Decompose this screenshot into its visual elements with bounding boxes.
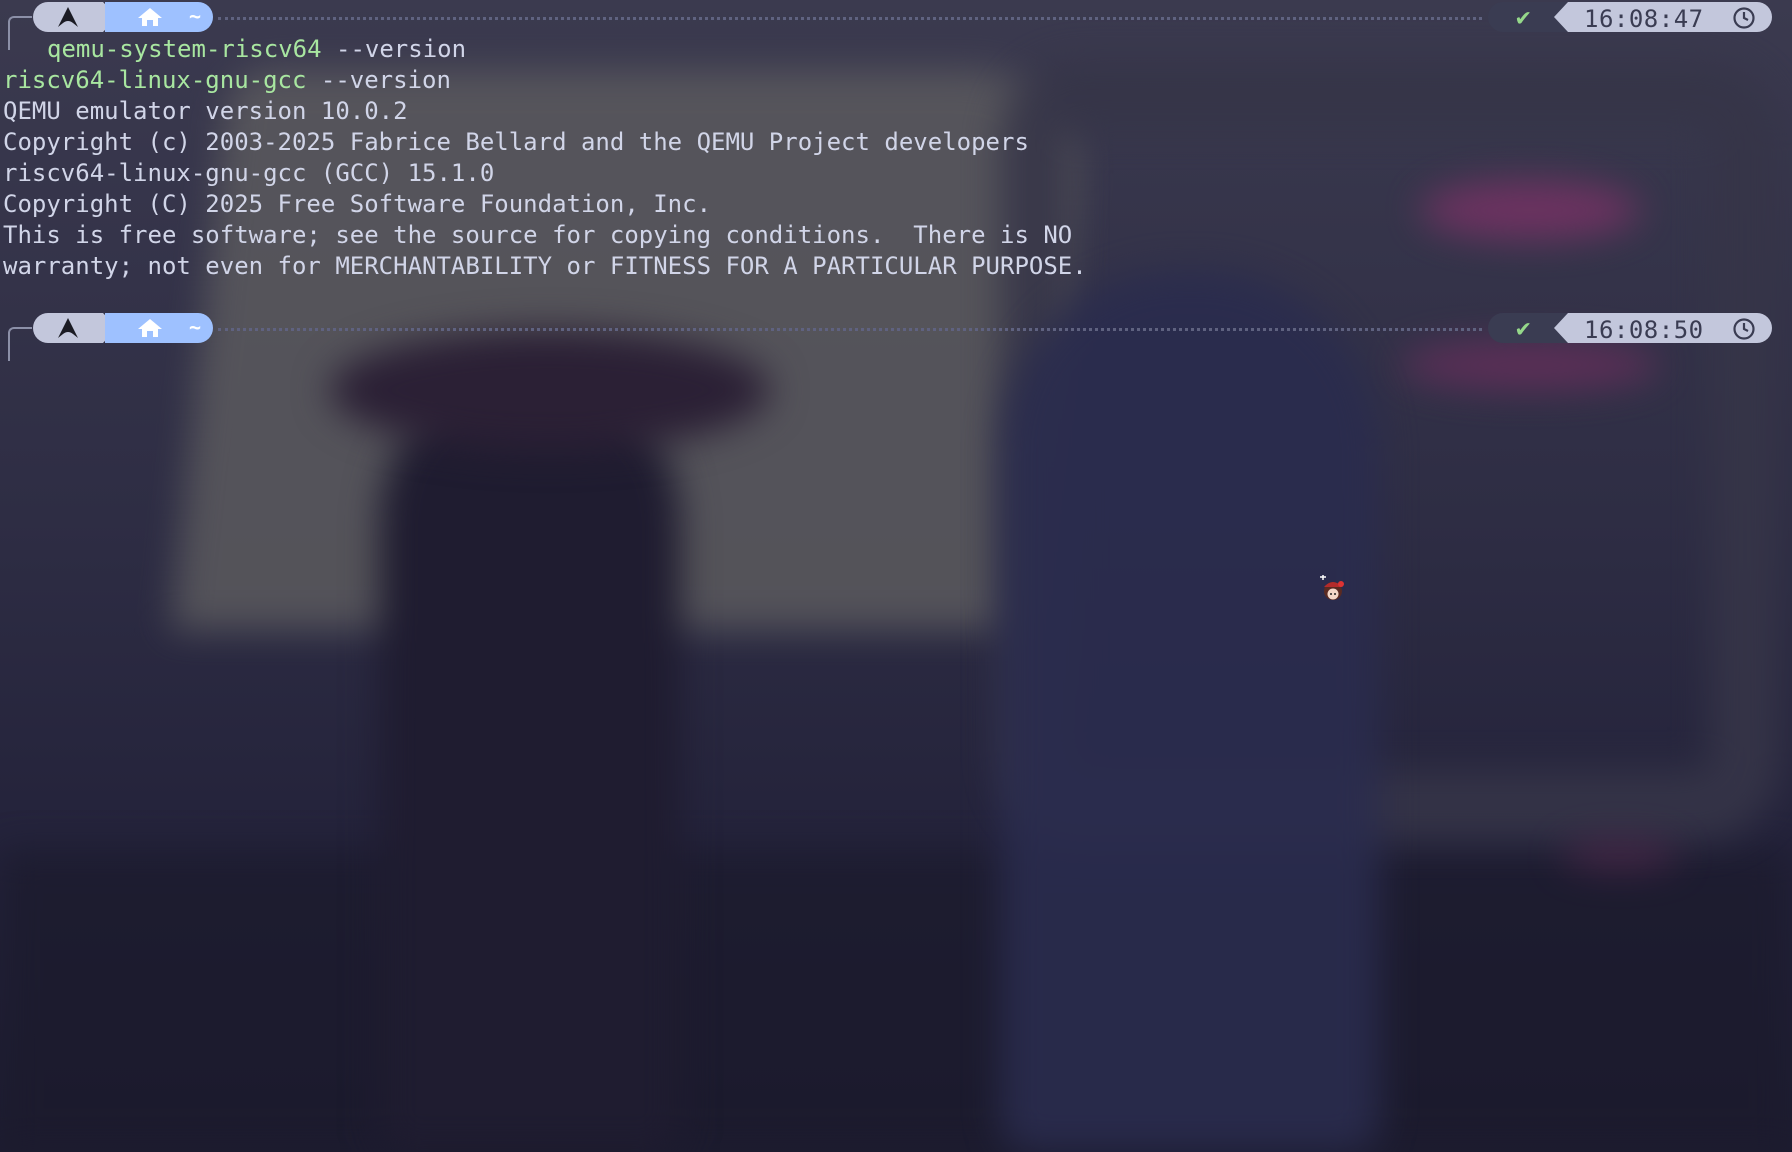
output-line: This is free software; see the source fo… bbox=[3, 221, 1073, 249]
home-icon bbox=[137, 318, 163, 342]
command-args: --version bbox=[321, 35, 467, 63]
current-directory: ~ bbox=[189, 315, 202, 339]
prompt-left-segments: ~ bbox=[33, 313, 213, 343]
shell-prompt: ~ ✔ 16:08:50 bbox=[0, 311, 1792, 361]
time-segment: 16:08:47 bbox=[1554, 2, 1772, 34]
output-line: warranty; not even for MERCHANTABILITY o… bbox=[3, 252, 1087, 280]
directory-segment: ~ bbox=[105, 313, 213, 343]
directory-segment: ~ bbox=[105, 2, 213, 32]
prompt-time: 16:08:50 bbox=[1584, 316, 1704, 344]
prompt-bracket bbox=[8, 16, 32, 50]
output-line: riscv64-linux-gnu-gcc (GCC) 15.1.0 bbox=[3, 159, 495, 187]
current-directory: ~ bbox=[189, 4, 202, 28]
prompt-filler bbox=[218, 328, 1482, 331]
command-line: qemu-system-riscv64 --version bbox=[47, 34, 466, 65]
prompt-filler bbox=[218, 17, 1482, 20]
output-line: Copyright (C) 2025 Free Software Foundat… bbox=[3, 190, 712, 218]
terminal-window[interactable]: ~ ✔ 16:08:47 qemu-system-riscv64 --versi… bbox=[0, 0, 1792, 1152]
prompt-left-segments: ~ bbox=[33, 2, 213, 32]
checkmark-icon: ✔ bbox=[1516, 3, 1531, 31]
checkmark-icon: ✔ bbox=[1516, 314, 1531, 342]
command-args: --version bbox=[306, 66, 451, 94]
command-name: riscv64-linux-gnu-gcc bbox=[3, 66, 307, 94]
clock-icon bbox=[1732, 6, 1756, 34]
home-icon bbox=[137, 7, 163, 31]
time-segment: 16:08:50 bbox=[1554, 313, 1772, 345]
clock-icon bbox=[1732, 317, 1756, 345]
arch-linux-icon bbox=[33, 2, 117, 32]
prompt-right-segments: ✔ 16:08:47 bbox=[1488, 2, 1772, 34]
output-line: Copyright (c) 2003-2025 Fabrice Bellard … bbox=[3, 128, 1029, 156]
prompt-right-segments: ✔ 16:08:50 bbox=[1488, 313, 1772, 345]
shell-prompt: ~ ✔ 16:08:47 bbox=[0, 0, 1792, 50]
prompt-bracket bbox=[8, 327, 32, 361]
mouse-cursor-icon bbox=[1318, 574, 1348, 605]
prompt-time: 16:08:47 bbox=[1584, 5, 1704, 33]
command-line: riscv64-linux-gnu-gcc --version bbox=[3, 65, 451, 96]
arch-linux-icon bbox=[33, 313, 117, 343]
command-name: qemu-system-riscv64 bbox=[47, 35, 322, 63]
output-line: QEMU emulator version 10.0.2 bbox=[3, 97, 408, 125]
